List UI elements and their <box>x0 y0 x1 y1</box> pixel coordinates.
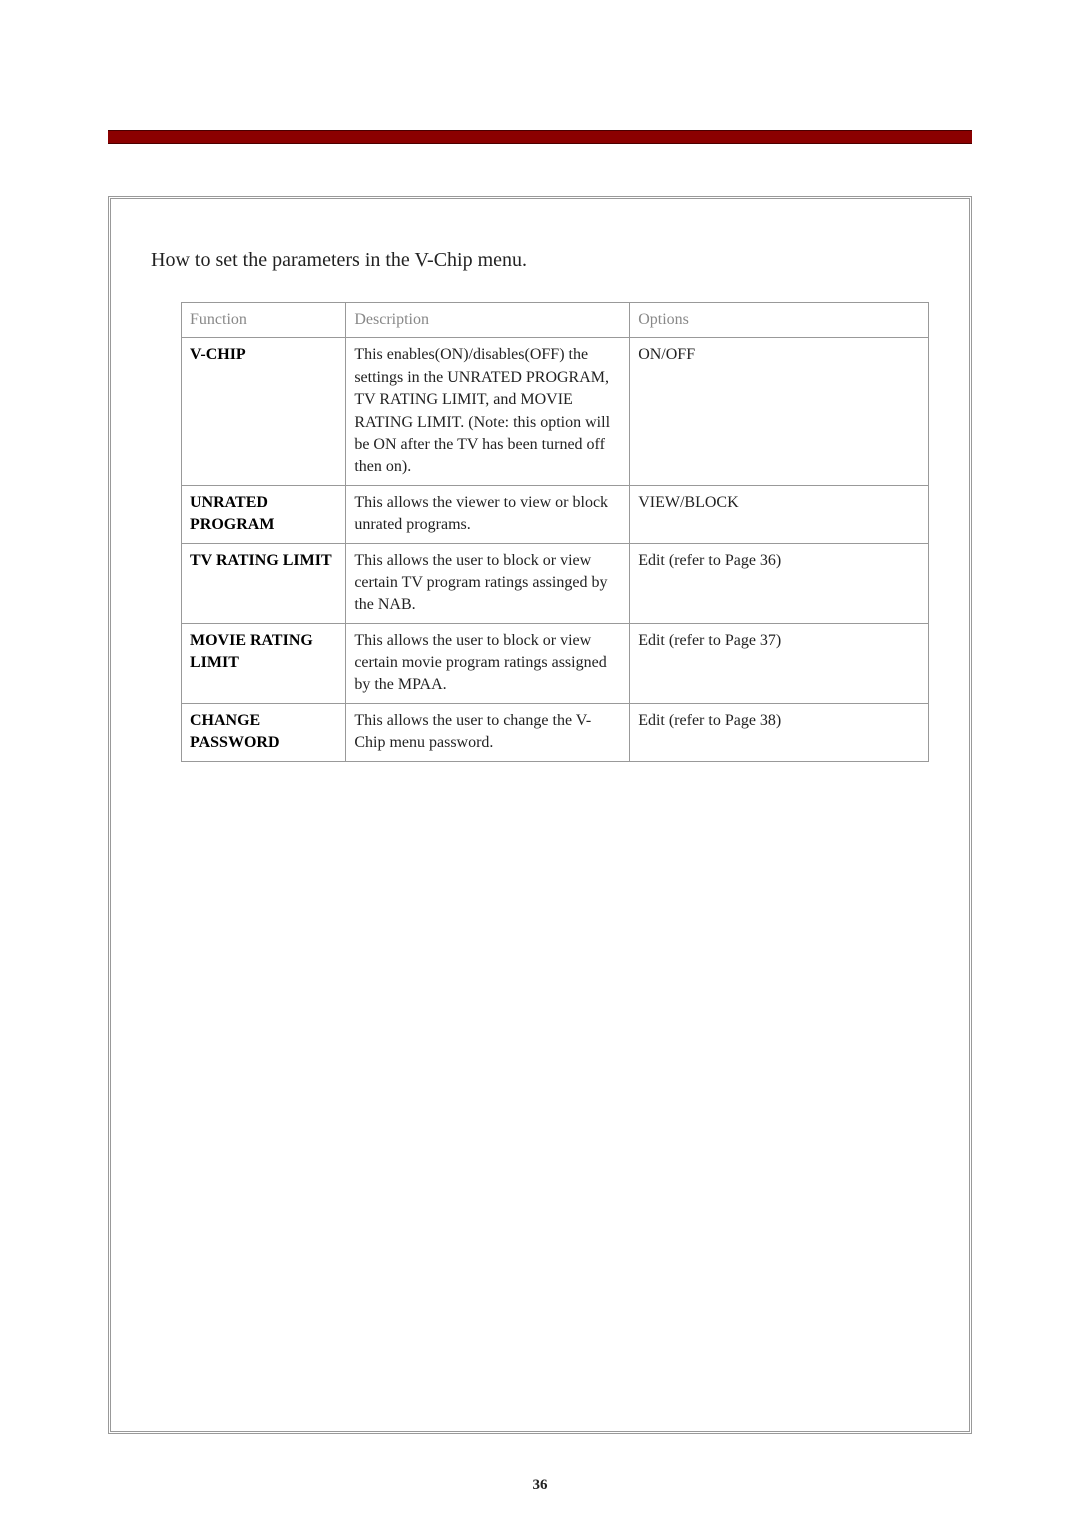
function-cell: CHANGE PASSWORD <box>182 703 346 761</box>
header-bar <box>108 130 972 144</box>
header-function: Function <box>182 303 346 338</box>
options-cell: Edit (refer to Page 38) <box>630 703 929 761</box>
description-cell: This allows the user to block or view ce… <box>346 543 630 623</box>
table-row: UNRATED PROGRAM This allows the viewer t… <box>182 485 929 543</box>
table-row: V-CHIP This enables(ON)/disables(OFF) th… <box>182 338 929 485</box>
table-row: TV RATING LIMIT This allows the user to … <box>182 543 929 623</box>
header-options: Options <box>630 303 929 338</box>
table-row: MOVIE RATING LIMIT This allows the user … <box>182 623 929 703</box>
description-cell: This allows the user to block or view ce… <box>346 623 630 703</box>
page-number: 36 <box>533 1477 548 1494</box>
table-row: CHANGE PASSWORD This allows the user to … <box>182 703 929 761</box>
content-frame: How to set the parameters in the V-Chip … <box>108 196 972 1434</box>
function-cell: UNRATED PROGRAM <box>182 485 346 543</box>
function-cell: V-CHIP <box>182 338 346 485</box>
description-cell: This allows the viewer to view or block … <box>346 485 630 543</box>
page-title: How to set the parameters in the V-Chip … <box>151 249 929 272</box>
options-cell: Edit (refer to Page 37) <box>630 623 929 703</box>
description-cell: This enables(ON)/disables(OFF) the setti… <box>346 338 630 485</box>
function-cell: MOVIE RATING LIMIT <box>182 623 346 703</box>
options-cell: VIEW/BLOCK <box>630 485 929 543</box>
function-cell: TV RATING LIMIT <box>182 543 346 623</box>
header-description: Description <box>346 303 630 338</box>
options-cell: Edit (refer to Page 36) <box>630 543 929 623</box>
description-cell: This allows the user to change the V-Chi… <box>346 703 630 761</box>
vchip-table: Function Description Options V-CHIP This… <box>181 302 929 762</box>
options-cell: ON/OFF <box>630 338 929 485</box>
table-header-row: Function Description Options <box>182 303 929 338</box>
